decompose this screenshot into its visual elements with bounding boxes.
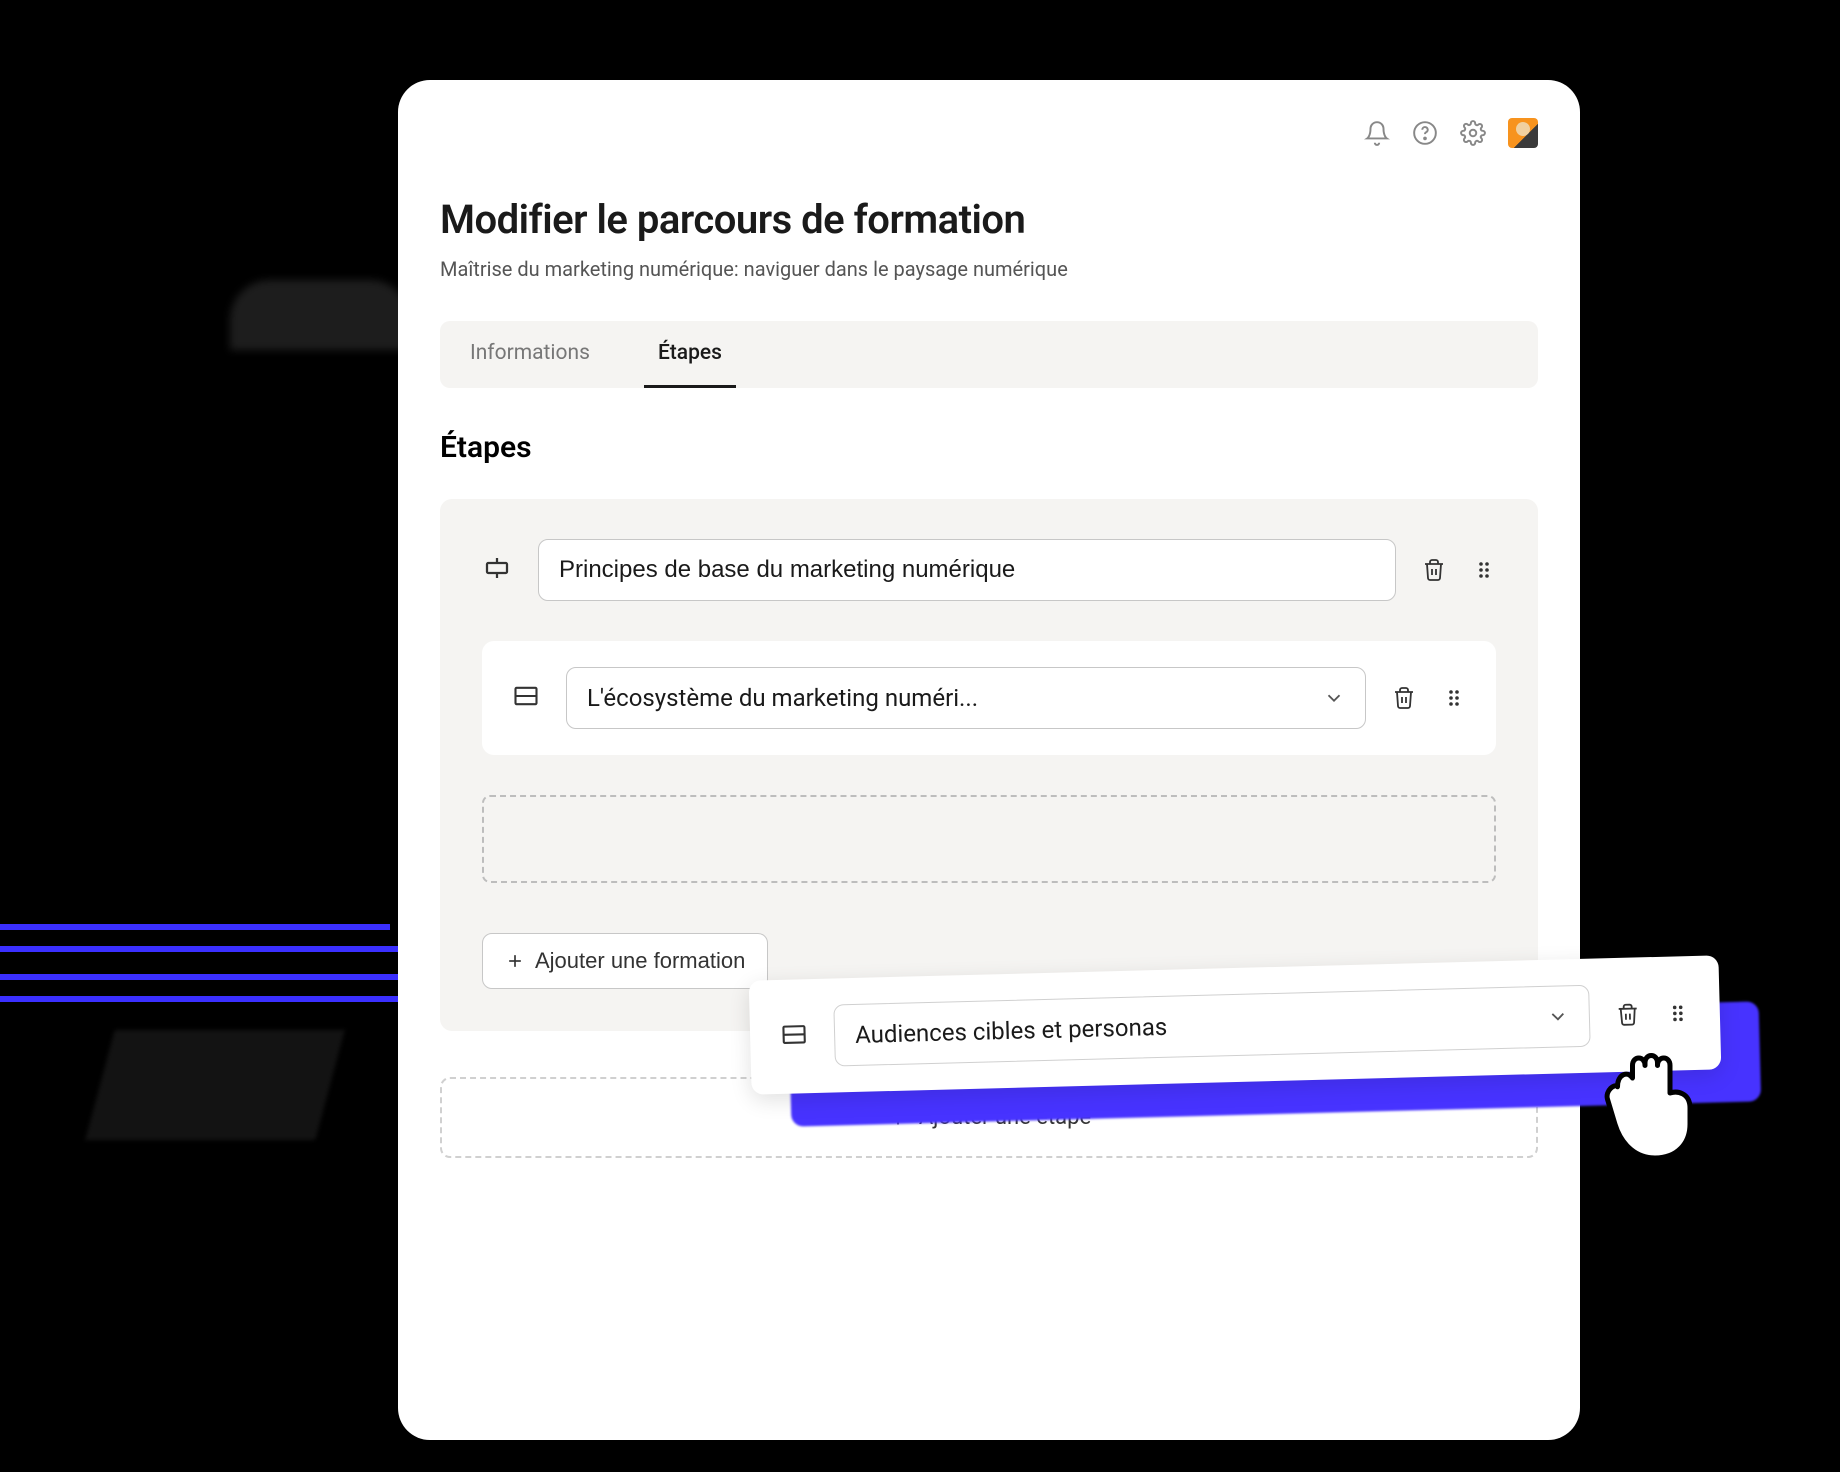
decorative-stripe bbox=[0, 946, 398, 952]
add-course-button[interactable]: Ajouter une formation bbox=[482, 933, 768, 989]
tabs: Informations Étapes bbox=[440, 321, 1538, 388]
course-select[interactable]: L'écosystème du marketing numéri... bbox=[566, 667, 1366, 729]
course-select[interactable]: Audiences cibles et personas bbox=[833, 985, 1590, 1067]
user-avatar[interactable] bbox=[1508, 118, 1538, 148]
tab-informations[interactable]: Informations bbox=[456, 321, 604, 388]
chevron-down-icon bbox=[1323, 687, 1345, 709]
notifications-icon[interactable] bbox=[1364, 120, 1390, 146]
course-select-value: L'écosystème du marketing numéri... bbox=[587, 684, 978, 712]
drag-handle-icon[interactable] bbox=[1472, 558, 1496, 582]
milestone-icon bbox=[482, 553, 512, 587]
drop-zone[interactable] bbox=[482, 795, 1496, 883]
step-row bbox=[482, 539, 1496, 601]
decorative-blur bbox=[230, 280, 410, 350]
decorative-stripe bbox=[0, 984, 398, 990]
section-title: Étapes bbox=[440, 430, 1538, 465]
course-icon bbox=[512, 682, 540, 714]
decorative-stripe bbox=[0, 924, 390, 930]
decorative-stripe bbox=[0, 974, 398, 980]
drag-handle-icon[interactable] bbox=[1442, 686, 1466, 710]
grab-cursor-illustration bbox=[1580, 1018, 1730, 1172]
tab-etapes[interactable]: Étapes bbox=[644, 321, 736, 388]
step-name-input[interactable] bbox=[538, 539, 1396, 601]
settings-icon[interactable] bbox=[1460, 120, 1486, 146]
chevron-down-icon bbox=[1547, 1005, 1570, 1028]
course-icon bbox=[780, 1020, 809, 1053]
decorative-stripe bbox=[0, 958, 370, 968]
delete-course-icon[interactable] bbox=[1392, 686, 1416, 710]
steps-container: L'écosystème du marketing numéri... Ajou… bbox=[440, 499, 1538, 1031]
help-icon[interactable] bbox=[1412, 120, 1438, 146]
delete-step-icon[interactable] bbox=[1422, 558, 1446, 582]
course-row: L'écosystème du marketing numéri... bbox=[482, 641, 1496, 755]
decorative-blur bbox=[85, 1030, 344, 1140]
page-subtitle: Maîtrise du marketing numérique: navigue… bbox=[440, 257, 1538, 281]
edit-learning-path-modal: Modifier le parcours de formation Maîtri… bbox=[398, 80, 1580, 1440]
decorative-stripe bbox=[0, 996, 398, 1002]
course-select-value: Audiences cibles et personas bbox=[855, 1013, 1168, 1049]
plus-icon bbox=[505, 951, 525, 971]
page-title: Modifier le parcours de formation bbox=[440, 196, 1538, 243]
top-toolbar bbox=[440, 108, 1538, 172]
add-course-label: Ajouter une formation bbox=[535, 948, 745, 974]
decorative-stripe bbox=[0, 934, 398, 940]
